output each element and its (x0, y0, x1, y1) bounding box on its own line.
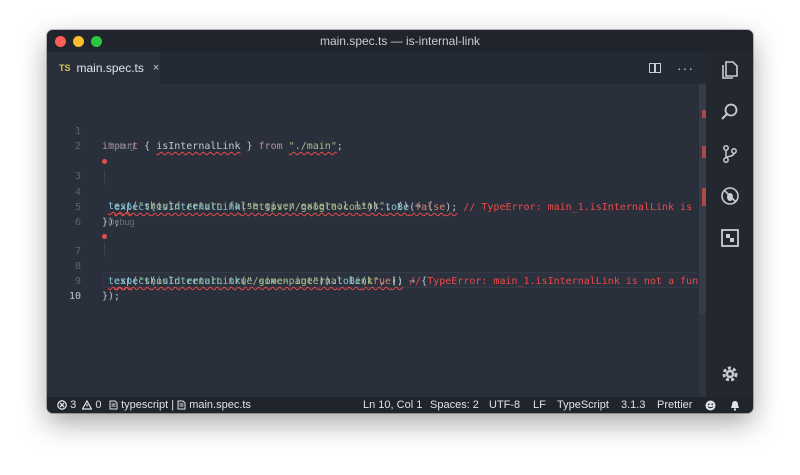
encoding-setting[interactable]: UTF-8 (489, 397, 520, 413)
breadcrumb-separator: | (171, 399, 175, 411)
tab-actions: ··· (649, 52, 694, 84)
typescript-file-icon: TS (59, 63, 71, 73)
more-actions-icon[interactable]: ··· (677, 61, 694, 75)
indentation-setting[interactable]: Spaces: 2 (430, 397, 479, 413)
line-content: import { isInternalLink } from "./main"; (102, 141, 343, 152)
code-line-8: 8 expect(isInternalLink("/some-page")).t… (47, 244, 710, 287)
minimize-window-button[interactable] (73, 36, 84, 47)
prettier-status[interactable]: Prettier (657, 397, 692, 413)
notifications-bell-icon[interactable] (730, 400, 740, 411)
typescript-version[interactable]: 3.1.3 (621, 397, 645, 413)
vscode-window: main.spec.ts — is-internal-link TS main.… (47, 30, 753, 413)
files-icon[interactable] (720, 60, 740, 80)
line-number: 6 (74, 217, 81, 228)
code-line-5: 5 }); (47, 185, 120, 228)
inline-error-message: // TypeError: main_1.isInternalLink is n… (457, 202, 711, 213)
tab-main-spec[interactable]: TS main.spec.ts × (47, 52, 160, 84)
cursor-position[interactable]: Ln 10, Col 1 (363, 397, 422, 413)
breadcrumb-language: typescript (121, 399, 169, 411)
editor-tab-bar: TS main.spec.ts × ··· (47, 52, 706, 84)
line-ending-setting[interactable]: LF (533, 397, 546, 413)
problems-indicator[interactable]: 3 0 (57, 397, 101, 413)
source-control-icon[interactable] (720, 144, 740, 164)
code-line-3: 3 test("should return false given extern… (47, 154, 433, 212)
status-bar: 3 0 typescript | main.spec.ts Ln 10, Col… (47, 397, 753, 413)
code-line-10: 10 (47, 274, 83, 302)
line-content: }); (102, 291, 121, 302)
debug-codelens[interactable]: Debug (108, 217, 135, 227)
indent-guide (104, 242, 105, 257)
code-line-7: 7 test("should return true given interna… (47, 229, 427, 287)
extensions-icon[interactable] (720, 228, 740, 248)
code-line-1: 1 import { isInternalLink } from "./main… (47, 109, 343, 152)
settings-gear-icon[interactable] (720, 364, 740, 384)
error-count: 3 (70, 399, 77, 411)
tab-label: main.spec.ts (76, 61, 144, 75)
breakpoint-icon[interactable] (102, 234, 107, 239)
line-content: expect(isInternalLink("/some-page")).toB… (114, 276, 711, 287)
error-icon (57, 400, 67, 410)
close-window-button[interactable] (55, 36, 66, 47)
line-number: 10 (68, 291, 81, 302)
code-line-9: 9 }); (47, 259, 120, 302)
breadcrumb-file: main.spec.ts (189, 399, 251, 411)
debug-codelens[interactable]: Debug (108, 141, 135, 151)
debug-icon[interactable] (720, 186, 740, 206)
activity-bar (706, 52, 753, 397)
warning-icon (82, 400, 93, 410)
line-number: 2 (74, 141, 81, 152)
search-icon[interactable] (720, 102, 740, 122)
warning-count: 0 (95, 399, 102, 411)
file-icon (109, 400, 118, 410)
code-line-6: 6 (47, 200, 83, 228)
indent-guide (104, 170, 105, 185)
inline-error-message: // TypeError: main_1.isInternalLink is n… (403, 276, 711, 287)
language-mode[interactable]: TypeScript (557, 397, 609, 413)
feedback-smiley-icon[interactable] (705, 400, 716, 411)
split-editor-icon[interactable] (649, 63, 661, 73)
window-controls (55, 36, 102, 47)
breakpoint-icon[interactable] (102, 159, 107, 164)
title-bar: main.spec.ts — is-internal-link (47, 30, 753, 52)
breadcrumb[interactable]: typescript | main.spec.ts (109, 397, 251, 413)
file-icon (177, 400, 186, 410)
code-line-2: 2 (47, 124, 83, 152)
window-title: main.spec.ts — is-internal-link (319, 34, 481, 48)
zoom-window-button[interactable] (91, 36, 102, 47)
line-content: expect(isInternalLink("https://google.co… (114, 202, 711, 213)
code-editor[interactable]: 1 import { isInternalLink } from "./main… (47, 84, 710, 397)
code-line-4: 4 expect(isInternalLink("https://google.… (47, 170, 710, 213)
close-tab-icon[interactable]: × (153, 62, 159, 74)
